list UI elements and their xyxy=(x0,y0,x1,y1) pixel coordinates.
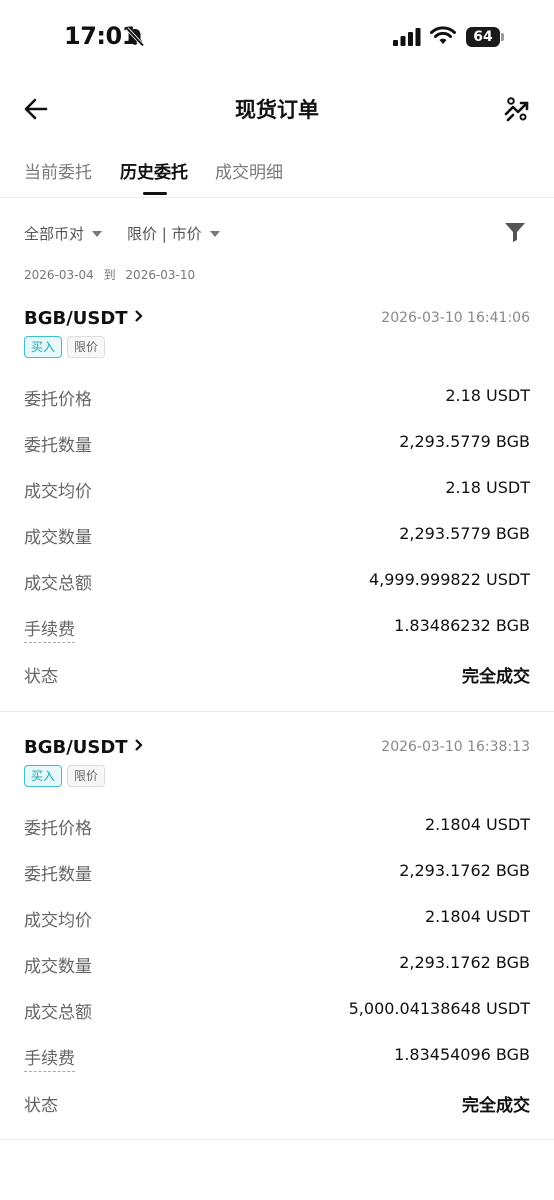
cellular-signal-icon xyxy=(393,28,421,46)
avg-price-label: 成交均价 xyxy=(24,482,92,502)
page-title: 现货订单 xyxy=(235,98,319,122)
order-amount-label: 委托数量 xyxy=(24,436,92,456)
chevron-right-icon xyxy=(134,310,143,322)
order-pair: BGB/USDT xyxy=(24,308,128,329)
date-to: 2026-03-10 xyxy=(125,268,196,282)
wifi-icon xyxy=(430,26,456,44)
pnl-chart-icon[interactable] xyxy=(502,94,532,124)
status-label: 状态 xyxy=(24,1096,58,1116)
battery-icon: 64 xyxy=(466,27,504,47)
filled-amount-label: 成交数量 xyxy=(24,528,92,548)
filter-funnel-icon[interactable] xyxy=(504,221,526,243)
order-time: 2026-03-10 16:38:13 xyxy=(381,739,530,755)
order-type-dropdown[interactable]: 限价 | 市价 xyxy=(127,223,220,244)
pair-filter-label: 全部币对 xyxy=(24,225,85,243)
active-tab-indicator xyxy=(143,192,167,195)
status-value: 完全成交 xyxy=(462,667,530,687)
date-separator: 到 xyxy=(103,268,116,282)
total-value: 5,000.04138648 USDT xyxy=(348,999,530,1018)
order-pair-link[interactable]: BGB/USDT xyxy=(24,737,144,758)
bell-muted-icon xyxy=(125,27,145,47)
caret-down-icon xyxy=(209,231,220,237)
tab-trade-details[interactable]: 成交明细 xyxy=(215,158,283,183)
fee-value: 1.83486232 BGB xyxy=(394,616,530,635)
battery-level: 64 xyxy=(466,27,500,47)
tabs-divider xyxy=(0,197,554,198)
tab-current-orders[interactable]: 当前委托 xyxy=(24,158,92,183)
order-divider xyxy=(0,1139,554,1140)
order-divider xyxy=(0,711,554,712)
caret-down-icon xyxy=(92,231,103,237)
order-pair-link[interactable]: BGB/USDT xyxy=(24,308,144,329)
type-badge: 限价 xyxy=(67,336,106,358)
fee-value: 1.83454096 BGB xyxy=(394,1045,530,1064)
fee-label[interactable]: 手续费 xyxy=(24,1044,75,1072)
order-pair: BGB/USDT xyxy=(24,737,128,758)
total-label: 成交总额 xyxy=(24,1003,92,1023)
order-time: 2026-03-10 16:41:06 xyxy=(381,310,530,326)
avg-price-value: 2.18 USDT xyxy=(445,478,530,497)
order-price-label: 委托价格 xyxy=(24,819,92,839)
status-bar: 17:01 64 xyxy=(0,0,554,76)
side-badge: 买入 xyxy=(24,336,63,358)
order-amount-value: 2,293.1762 BGB xyxy=(399,861,530,880)
order-amount-label: 委托数量 xyxy=(24,865,92,885)
total-value: 4,999.999822 USDT xyxy=(368,570,530,589)
fee-label[interactable]: 手续费 xyxy=(24,615,75,643)
total-label: 成交总额 xyxy=(24,574,92,594)
order-amount-value: 2,293.5779 BGB xyxy=(399,432,530,451)
order-price-label: 委托价格 xyxy=(24,390,92,410)
filter-row: 全部币对 限价 | 市价 xyxy=(24,218,530,248)
date-from: 2026-03-04 xyxy=(24,268,94,282)
nav-bar: 现货订单 xyxy=(0,84,554,134)
avg-price-value: 2.1804 USDT xyxy=(424,907,530,926)
date-range: 2026-03-04 到 2026-03-10 xyxy=(24,266,201,283)
avg-price-label: 成交均价 xyxy=(24,911,92,931)
order-price-value: 2.18 USDT xyxy=(445,386,530,405)
side-badge: 买入 xyxy=(24,765,63,787)
chevron-right-icon xyxy=(134,739,143,751)
order-type-label: 限价 | 市价 xyxy=(127,225,202,243)
filled-amount-label: 成交数量 xyxy=(24,957,92,977)
type-badge: 限价 xyxy=(67,765,106,787)
filled-amount-value: 2,293.5779 BGB xyxy=(399,524,530,543)
order-price-value: 2.1804 USDT xyxy=(424,815,530,834)
pair-filter-dropdown[interactable]: 全部币对 xyxy=(24,223,103,244)
status-value: 完全成交 xyxy=(462,1096,530,1116)
filled-amount-value: 2,293.1762 BGB xyxy=(399,953,530,972)
status-label: 状态 xyxy=(24,667,58,687)
tab-order-history[interactable]: 历史委托 xyxy=(120,158,188,183)
